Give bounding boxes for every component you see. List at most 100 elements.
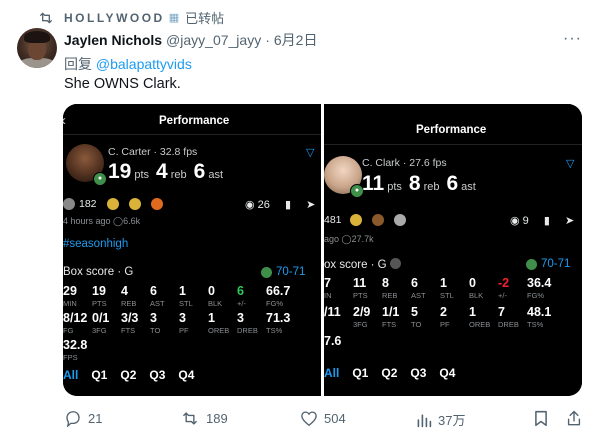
stat-label: PTS [92, 299, 107, 308]
stat-value: 6 [150, 284, 157, 298]
reply-prefix: 回复 [64, 56, 92, 72]
stat-cell: 32.8 FPS [63, 338, 92, 362]
stat-cell: 7 DREB [498, 305, 527, 329]
stat-cell: 6 AST [411, 276, 440, 300]
stat-value: 66.7 [266, 284, 291, 298]
more-options-icon[interactable]: ··· [563, 30, 582, 48]
stat-cell: 3 TO [150, 311, 179, 335]
stat-value: 1 [440, 276, 447, 290]
tweet-text: She OWNS Clark. [64, 76, 181, 92]
ball-icon [526, 258, 537, 270]
stat-value: 1 [179, 284, 186, 298]
tweet-date[interactable]: 6月2日 [274, 30, 318, 50]
quarter-tab: All [324, 366, 340, 380]
reply-context: 回复 @balapattyvids [64, 54, 192, 74]
stat-value: 6 [411, 276, 418, 290]
stat-cell: /11 [324, 305, 353, 329]
stat-value: 7 [498, 305, 505, 319]
quarter-tabs: All Q1 Q2 Q3 Q4 [63, 368, 207, 382]
stat-value: 19 [92, 284, 106, 298]
stat-label: FG [63, 326, 74, 335]
quarter-tabs: All Q1 Q2 Q3 Q4 [324, 366, 468, 380]
stats-row-3: 7.6 [324, 334, 353, 349]
reply-mention-link[interactable]: @balapattyvids [96, 56, 192, 72]
stat-value: 5 [411, 305, 418, 319]
stat-cell: 0 BLK [208, 284, 237, 308]
author-handle[interactable]: @jayy_07_jayy [166, 32, 261, 48]
reply-icon [66, 411, 80, 427]
stat-label: TS% [266, 326, 283, 335]
tweet-header: Jaylen Nichols @jayy_07_jayy · 6月2日 [64, 30, 317, 50]
media-image-left[interactable]: ‹ Performance ● C. Carter · 32.8 fps ▽ 1… [63, 104, 321, 396]
like-button[interactable]: 504 [300, 410, 346, 427]
panel-title: Performance [159, 115, 230, 127]
stat-cell: 6 +/- [237, 284, 266, 308]
stat-value: 3 [237, 311, 244, 325]
stat-cell: 2/9 3FG [353, 305, 382, 329]
repost-icon [183, 412, 197, 425]
repost-account[interactable]: HOLLYWOOD [64, 11, 165, 25]
share-icon: ➤ [564, 215, 575, 227]
action-count: 9 [522, 215, 529, 227]
poop-emoji-icon [371, 214, 384, 226]
player-name: C. Carter · 32.8 fps [108, 146, 198, 158]
stat-cell: 7.6 [324, 334, 353, 349]
stats-row-1: 7 IN 11 PTS 8 REB 6 AST 1 STL 0 BLK -2 +/- 36.4 FG% [324, 276, 556, 300]
stat-cell: 1 OREB [208, 311, 237, 335]
stat-value: 4 [121, 284, 128, 298]
stat-cell: 8/12 FG [63, 311, 92, 335]
share-button[interactable] [566, 410, 588, 427]
repost-button[interactable]: 189 [180, 410, 228, 427]
stat-label: STL [440, 291, 454, 300]
stat-cell: 7 IN [324, 276, 353, 300]
stat-value: 11 [353, 276, 367, 290]
quarter-tab: Q4 [439, 366, 456, 380]
stat-label: IN [324, 291, 332, 300]
stat-value: 2/9 [353, 305, 371, 319]
stat-label: OREB [469, 320, 491, 329]
player-action-icons: ◉ 9 ▮ ➤ [510, 214, 574, 227]
stat-label: PF [179, 326, 189, 335]
quarter-tab: Q1 [352, 366, 369, 380]
filter-icon: ▽ [566, 158, 575, 170]
views-button[interactable]: 37万 [416, 410, 465, 429]
stat-cell: 48.1 TS% [527, 305, 556, 329]
stat-value: 1 [208, 311, 215, 325]
stat-label: +/- [498, 291, 507, 300]
bookmark-button[interactable] [534, 410, 554, 427]
tweet-media[interactable]: ‹ Performance ● C. Carter · 32.8 fps ▽ 1… [63, 104, 582, 396]
repost-count: 189 [206, 411, 228, 426]
stat-value: 3/3 [121, 311, 139, 325]
stat-value: 36.4 [527, 276, 552, 290]
stat-cell: -2 +/- [498, 276, 527, 300]
stat-value: -2 [498, 276, 510, 290]
repost-indicator[interactable]: HOLLYWOOD ▦ 已转帖 [38, 8, 224, 27]
panel-title: Performance [416, 124, 487, 136]
stat-label: FG% [266, 299, 284, 308]
reaction-count: 182 [79, 198, 97, 210]
hashtag-link: #seasonhigh [63, 238, 129, 250]
status-icon [389, 258, 401, 269]
stat-value: 0 [208, 284, 215, 298]
stat-cell: 1 OREB [469, 305, 498, 329]
stats-row-2: /11 2/9 3FG 1/1 FTS 5 TO 2 PF 1 OREB 7 DREB 48.1 TS% [324, 305, 556, 329]
stat-cell: 2 PF [440, 305, 469, 329]
stat-label: PTS [353, 291, 368, 300]
stat-label: REB [382, 291, 398, 300]
stat-cell: 0/1 3FG [92, 311, 121, 335]
quarter-tab: All [63, 368, 79, 382]
quarter-tab: Q3 [149, 368, 166, 382]
face-emoji-icon [106, 198, 119, 210]
stats-row-3: 32.8 FPS [63, 338, 92, 362]
quarter-tab: Q4 [178, 368, 195, 382]
stat-label: BLK [208, 299, 223, 308]
reply-button[interactable]: 21 [64, 410, 102, 427]
filter-icon: ▽ [306, 147, 315, 159]
author-avatar[interactable] [17, 28, 57, 68]
stat-label: DREB [498, 320, 519, 329]
media-image-right[interactable]: Performance ● C. Clark · 27.6 fps ▽ 11 pt… [324, 104, 582, 396]
stat-value: 1 [469, 305, 476, 319]
author-name[interactable]: Jaylen Nichols [64, 32, 162, 48]
stat-value: 6 [237, 284, 244, 298]
share-icon: ➤ [306, 199, 316, 211]
